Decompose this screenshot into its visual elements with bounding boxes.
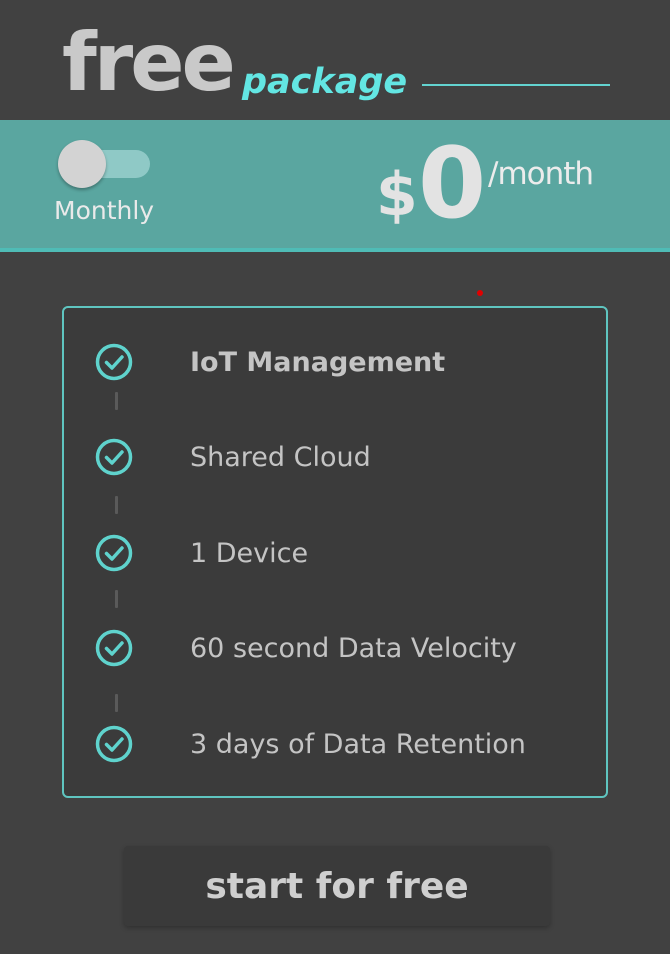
feature-label: 60 second Data Velocity (190, 633, 517, 664)
feature-connector (115, 392, 118, 410)
price-period: /month (488, 156, 594, 192)
billing-toggle[interactable] (58, 140, 154, 188)
feature-item: IoT Management (94, 342, 594, 382)
billing-period-label: Monthly (54, 196, 155, 225)
package-title: free (62, 16, 236, 109)
feature-connector (115, 590, 118, 608)
price-band: Monthly $ 0 /month (0, 120, 670, 252)
check-circle-icon (95, 629, 133, 667)
feature-item: 3 days of Data Retention (94, 724, 594, 764)
feature-label: 3 days of Data Retention (190, 729, 526, 760)
price-amount: 0 (418, 127, 487, 241)
feature-label: IoT Management (190, 347, 446, 378)
feature-connector (115, 694, 118, 712)
feature-item: 1 Device (94, 533, 594, 573)
title-divider (422, 84, 610, 86)
feature-list: IoT Management Shared Cloud 1 Device 60 … (62, 306, 608, 798)
feature-item: Shared Cloud (94, 437, 594, 477)
feature-item: 60 second Data Velocity (94, 628, 594, 668)
toggle-knob[interactable] (58, 140, 106, 188)
package-header: free package (62, 18, 622, 118)
feature-label: Shared Cloud (190, 442, 371, 473)
start-for-free-button[interactable]: start for free (124, 846, 550, 926)
indicator-dot (477, 290, 483, 296)
check-circle-icon (95, 725, 133, 763)
check-circle-icon (95, 534, 133, 572)
feature-connector (115, 496, 118, 514)
check-circle-icon (95, 343, 133, 381)
check-circle-icon (95, 438, 133, 476)
package-subtitle: package (242, 62, 408, 102)
price-currency: $ (376, 160, 418, 230)
feature-label: 1 Device (190, 538, 309, 569)
